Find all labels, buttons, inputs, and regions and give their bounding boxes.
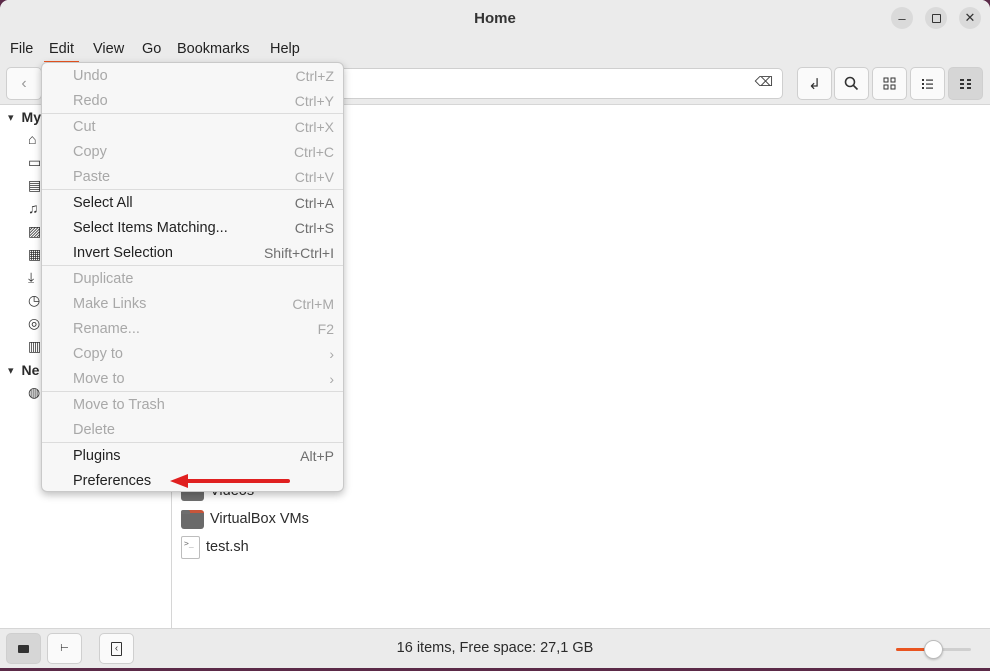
- sidebar-section-places[interactable]: ▾ My: [8, 109, 41, 125]
- chevron-down-icon: ▾: [8, 364, 14, 377]
- file-manager-window: Home – ✕ File Edit View Go Bookmarks Hel…: [0, 0, 990, 668]
- annotation-arrow-shaft: [186, 479, 290, 483]
- back-button[interactable]: ‹: [6, 67, 42, 100]
- menu-item-label: Select All: [73, 194, 133, 211]
- menu-item-label: Preferences: [73, 472, 152, 489]
- menu-item-plugins[interactable]: Plugins Alt+P: [42, 443, 343, 468]
- menu-bookmarks[interactable]: Bookmarks: [172, 41, 255, 57]
- menu-item-label: Undo: [73, 67, 108, 84]
- menu-item-cut[interactable]: Cut Ctrl+X: [42, 114, 343, 139]
- file-name: test.sh: [206, 539, 249, 555]
- menu-item-label: Copy to: [73, 345, 123, 362]
- chevron-right-icon: ›: [329, 345, 334, 362]
- sidebar-network-header: Ne: [21, 362, 40, 378]
- menu-edit[interactable]: Edit: [44, 41, 79, 63]
- folder-icon: [181, 509, 204, 529]
- menu-item-label: Move to: [73, 370, 125, 387]
- menu-item-label: Invert Selection: [73, 244, 173, 261]
- menu-item-make-links[interactable]: Make Links Ctrl+M: [42, 291, 343, 316]
- menu-item-paste[interactable]: Paste Ctrl+V: [42, 164, 343, 189]
- menu-item-label: Move to Trash: [73, 396, 165, 413]
- menu-item-move-to[interactable]: Move to ›: [42, 366, 343, 391]
- menu-help[interactable]: Help: [265, 41, 305, 57]
- menu-item-move-to-trash[interactable]: Move to Trash: [42, 392, 343, 417]
- search-button[interactable]: [834, 67, 869, 100]
- menu-item-delete[interactable]: Delete: [42, 417, 343, 442]
- clear-location-icon[interactable]: ⌫: [755, 74, 773, 90]
- menu-item-shortcut: Alt+P: [300, 447, 334, 464]
- menu-item-shortcut: Shift+Ctrl+I: [263, 244, 334, 261]
- menu-go[interactable]: Go: [137, 41, 166, 57]
- menu-item-undo[interactable]: Undo Ctrl+Z: [42, 63, 343, 88]
- menu-item-duplicate[interactable]: Duplicate: [42, 266, 343, 291]
- sidebar-section-network[interactable]: ▾ Ne: [8, 362, 39, 378]
- close-icon: ✕: [964, 10, 976, 25]
- menu-item-label: Select Items Matching...: [73, 219, 228, 236]
- maximize-icon: [931, 13, 941, 23]
- minimize-icon: –: [898, 10, 906, 26]
- menu-item-shortcut: Ctrl+Z: [295, 67, 335, 84]
- title-bar: Home – ✕: [0, 0, 990, 37]
- edit-menu: Undo Ctrl+Z Redo Ctrl+Y Cut Ctrl+X Copy …: [41, 62, 344, 492]
- menu-item-label: Copy: [73, 143, 107, 160]
- annotation-arrow-icon: [170, 474, 188, 488]
- menu-item-copy-to[interactable]: Copy to ›: [42, 341, 343, 366]
- menu-item-label: Plugins: [73, 447, 121, 464]
- file-name: VirtualBox VMs: [210, 511, 309, 527]
- script-file-icon: >_: [181, 535, 200, 559]
- list-item[interactable]: VirtualBox VMs: [181, 507, 309, 531]
- menu-item-shortcut: Ctrl+C: [293, 143, 334, 160]
- menu-item-label: Cut: [73, 118, 96, 135]
- status-text: 16 items, Free space: 27,1 GB: [396, 640, 594, 656]
- grid-icon: [883, 77, 896, 90]
- list-item[interactable]: >_ test.sh: [181, 535, 249, 559]
- menu-item-label: Rename...: [73, 320, 140, 337]
- status-bar: ⊢ ‹ 16 items, Free space: 27,1 GB: [0, 628, 990, 668]
- icon-view-button[interactable]: [872, 67, 907, 100]
- minimize-button[interactable]: –: [891, 7, 913, 29]
- menu-item-select-matching[interactable]: Select Items Matching... Ctrl+S: [42, 215, 343, 240]
- menu-item-label: Make Links: [73, 295, 147, 312]
- menu-item-shortcut: Ctrl+S: [294, 219, 334, 236]
- maximize-button[interactable]: [925, 7, 947, 29]
- menu-item-shortcut: F2: [317, 320, 334, 337]
- close-button[interactable]: ✕: [959, 7, 981, 29]
- list-view-button[interactable]: [910, 67, 945, 100]
- search-icon: [844, 76, 859, 91]
- menu-item-shortcut: Ctrl+V: [294, 168, 334, 185]
- list-icon: [922, 79, 933, 89]
- chevron-left-icon: ‹: [21, 74, 27, 92]
- menu-item-label: Redo: [73, 92, 108, 109]
- zoom-slider-handle[interactable]: [923, 640, 943, 659]
- chevron-right-icon: ›: [329, 370, 334, 387]
- window-title: Home: [474, 10, 516, 27]
- menu-item-label: Paste: [73, 168, 111, 185]
- menu-view[interactable]: View: [88, 41, 129, 57]
- menu-item-select-all[interactable]: Select All Ctrl+A: [42, 190, 343, 215]
- menu-item-shortcut: Ctrl+X: [294, 118, 334, 135]
- menu-item-shortcut: Ctrl+Y: [294, 92, 334, 109]
- menu-item-redo[interactable]: Redo Ctrl+Y: [42, 88, 343, 113]
- compact-list-icon: [960, 79, 971, 89]
- chevron-down-icon: ▾: [8, 111, 14, 124]
- menu-bar: File Edit View Go Bookmarks Help: [0, 37, 990, 63]
- menu-item-invert-selection[interactable]: Invert Selection Shift+Ctrl+I: [42, 240, 343, 265]
- menu-item-label: Duplicate: [73, 270, 134, 287]
- menu-item-label: Delete: [73, 421, 115, 438]
- menu-item-rename[interactable]: Rename... F2: [42, 316, 343, 341]
- compact-view-button[interactable]: [948, 67, 983, 100]
- menu-file[interactable]: File: [5, 41, 38, 57]
- menu-item-copy[interactable]: Copy Ctrl+C: [42, 139, 343, 164]
- sidebar-places-header: My: [21, 109, 41, 125]
- enter-arrow-icon: ↲: [808, 75, 821, 93]
- menu-item-shortcut: Ctrl+M: [292, 295, 334, 312]
- menu-item-shortcut: Ctrl+A: [294, 194, 334, 211]
- path-entry-button[interactable]: ↲: [797, 67, 832, 100]
